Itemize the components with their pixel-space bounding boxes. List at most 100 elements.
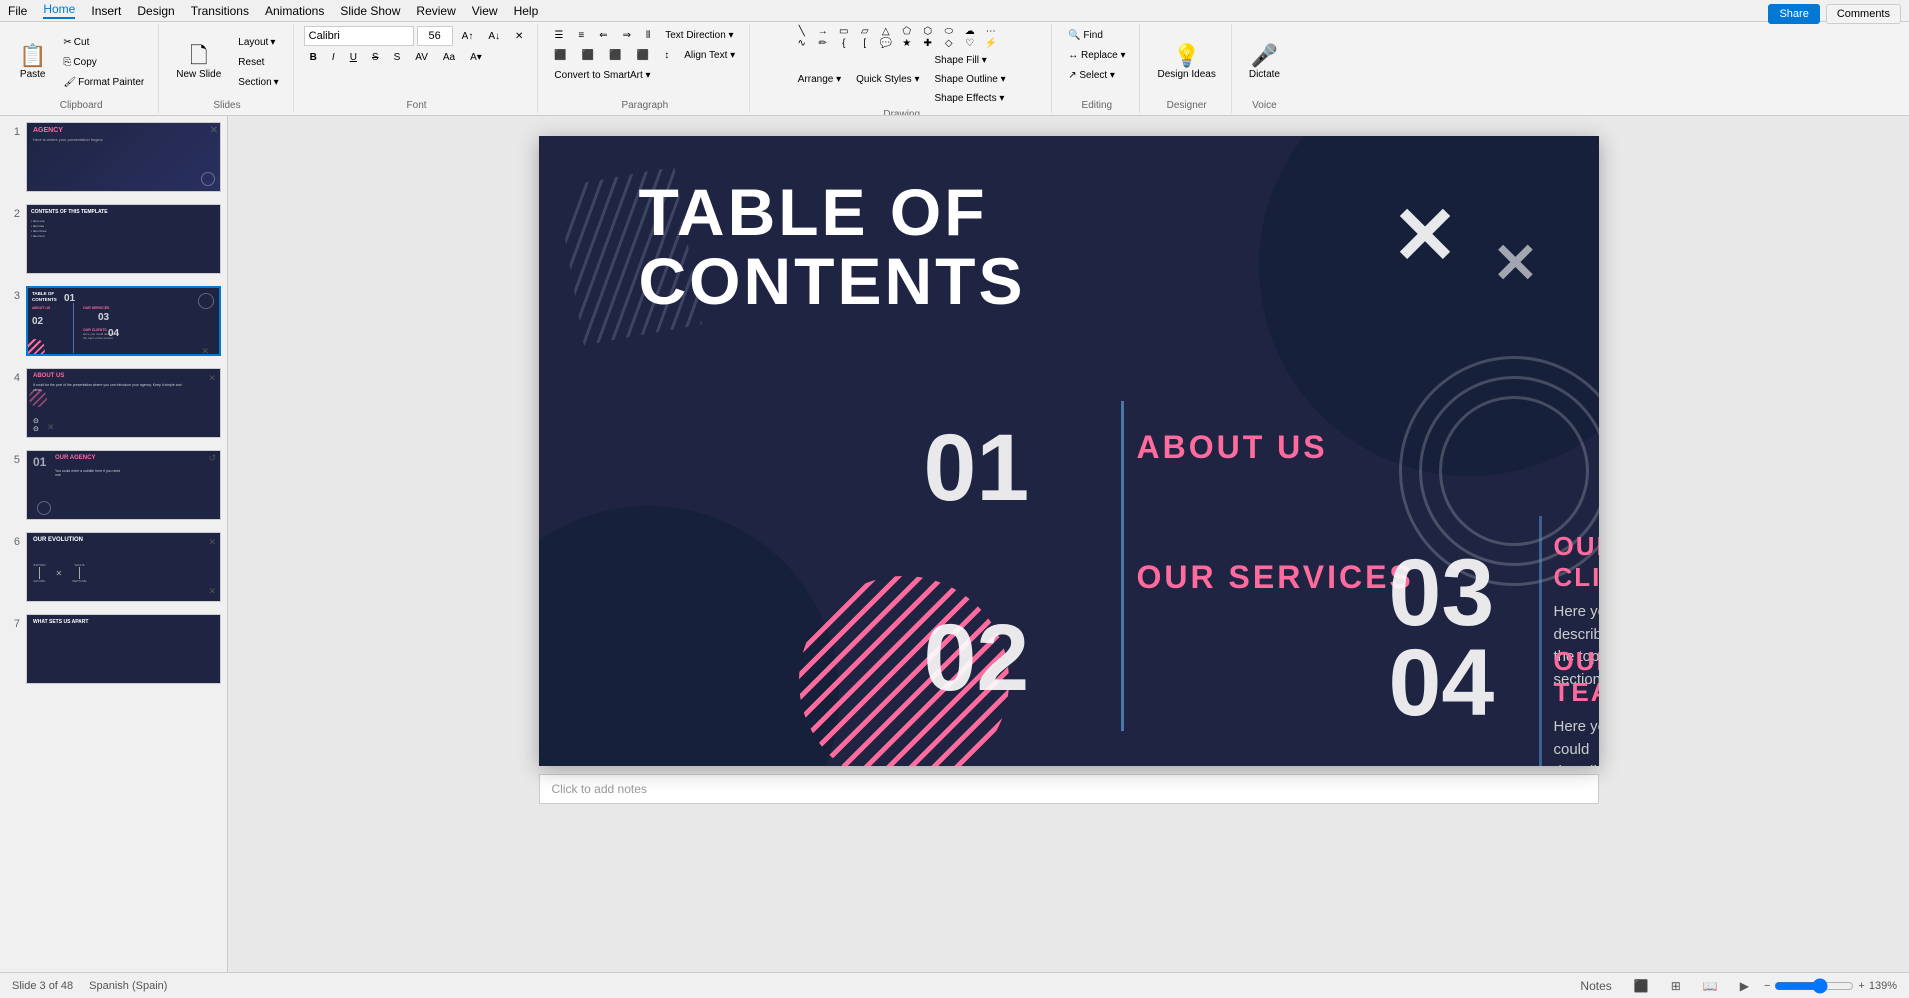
arrange-button[interactable]: Arrange ▾ (792, 70, 847, 88)
numbered-list-button[interactable]: ≡ (572, 26, 590, 44)
slide-thumb-6[interactable]: 6 OUR EVOLUTION JUPITER SATURN ✕ (4, 530, 223, 604)
menu-design[interactable]: Design (137, 4, 174, 18)
layout-button[interactable]: Layout ▾ (232, 33, 284, 51)
item4-content[interactable]: OUR TEAM Here you could describe the top… (1554, 646, 1599, 766)
cut-button[interactable]: ✂ Cut (57, 33, 150, 51)
normal-view-button[interactable]: ⬛ (1627, 976, 1656, 996)
italic-button[interactable]: I (326, 48, 341, 66)
slide-thumb-2[interactable]: 2 CONTENTS OF THIS TEMPLATE • Item one •… (4, 202, 223, 276)
increase-font-button[interactable]: A↑ (456, 27, 480, 45)
shape-heart[interactable]: ♡ (960, 38, 980, 49)
shape-arrow[interactable]: → (813, 26, 833, 37)
font-size-input[interactable] (417, 26, 453, 46)
slideshow-button[interactable]: ▶ (1733, 976, 1756, 996)
shape-curve[interactable]: ∿ (792, 38, 812, 49)
shape-line[interactable]: ╲ (792, 26, 812, 37)
bullet-list-button[interactable]: ☰ (548, 26, 569, 44)
copy-button[interactable]: ⎘ Copy (57, 53, 150, 71)
slide-close-1[interactable]: ✕ (210, 125, 218, 136)
shape-rect[interactable]: ▭ (834, 26, 854, 37)
section-button[interactable]: Section ▾ (232, 73, 284, 91)
shape-star[interactable]: ★ (897, 38, 917, 49)
menu-review[interactable]: Review (416, 4, 455, 18)
menu-insert[interactable]: Insert (91, 4, 121, 18)
item1-label[interactable]: ABOUT US (1137, 431, 1328, 463)
shape-diamond[interactable]: ◇ (939, 38, 959, 49)
menu-view[interactable]: View (472, 4, 498, 18)
replace-button[interactable]: ↔ Replace ▾ (1062, 46, 1131, 64)
align-right-button[interactable]: ⬛ (603, 46, 627, 64)
slide-delete-3[interactable]: ✕ (201, 346, 209, 354)
menu-animations[interactable]: Animations (265, 4, 324, 18)
slide-sorter-button[interactable]: ⊞ (1664, 976, 1688, 996)
font-color-button[interactable]: A▾ (464, 48, 488, 66)
slide-canvas[interactable]: ✕ ✕ TABLE OF CONTENTS 01 ABOUT US (539, 136, 1599, 766)
shape-effects-button[interactable]: Shape Effects ▾ (928, 89, 1011, 107)
shape-outline-button[interactable]: Shape Outline ▾ (928, 70, 1011, 88)
underline-button[interactable]: U (344, 48, 363, 66)
shape-fill-button[interactable]: Shape Fill ▾ (928, 51, 1011, 69)
bold-button[interactable]: B (304, 48, 323, 66)
shape-pentagon[interactable]: ⬠ (897, 26, 917, 37)
select-button[interactable]: ↗ Select ▾ (1062, 66, 1121, 84)
item1-number[interactable]: 01 (924, 421, 1030, 516)
slide-close-5[interactable]: ↺ (208, 453, 216, 464)
item2-number[interactable]: 02 (924, 611, 1030, 706)
increase-indent-button[interactable]: ⇒ (617, 26, 637, 44)
design-ideas-button[interactable]: 💡 Design Ideas (1150, 40, 1222, 85)
align-left-button[interactable]: ⬛ (548, 46, 572, 64)
shape-lightning[interactable]: ⚡ (981, 38, 1001, 49)
comments-button[interactable]: Comments (1826, 4, 1901, 24)
slide-close-4[interactable]: ✕ (208, 373, 216, 384)
slide-close-3[interactable]: ✕ (209, 353, 217, 354)
item2-label[interactable]: OUR SERVICES (1137, 561, 1414, 593)
decrease-font-button[interactable]: A↓ (482, 27, 506, 45)
canvas-area[interactable]: ✕ ✕ TABLE OF CONTENTS 01 ABOUT US (228, 116, 1909, 972)
justify-button[interactable]: ⬛ (631, 46, 655, 64)
shape-cross[interactable]: ✚ (918, 38, 938, 49)
decrease-indent-button[interactable]: ⇐ (593, 26, 613, 44)
reading-view-button[interactable]: 📖 (1696, 976, 1725, 996)
share-button[interactable]: Share (1768, 4, 1819, 24)
align-text-button[interactable]: Align Text ▾ (678, 46, 741, 64)
dictate-button[interactable]: 🎤 Dictate (1242, 40, 1287, 85)
shape-callout[interactable]: 💬 (876, 38, 896, 49)
quick-styles-button[interactable]: Quick Styles ▾ (850, 70, 925, 88)
slide-title[interactable]: TABLE OF CONTENTS (639, 178, 1026, 317)
slide-thumb-7[interactable]: 7 WHAT SETS US APART (4, 612, 223, 686)
slide-delete-6[interactable]: ✕ (208, 586, 216, 597)
notes-area[interactable]: Click to add notes (539, 774, 1599, 804)
line-spacing-button[interactable]: ↕ (658, 46, 675, 64)
smartart-button[interactable]: Convert to SmartArt ▾ (548, 66, 656, 84)
shape-freeform[interactable]: ✏ (813, 38, 833, 49)
font-name-input[interactable] (304, 26, 414, 46)
reset-button[interactable]: Reset (232, 53, 284, 71)
shape-hexagon[interactable]: ⬡ (918, 26, 938, 37)
shape-bracket[interactable]: [ (855, 38, 875, 49)
strikethrough-button[interactable]: S (366, 48, 385, 66)
char-spacing-button[interactable]: AV (409, 48, 434, 66)
slide-thumb-1[interactable]: 1 AGENCY Here is where your presentation… (4, 120, 223, 194)
zoom-out-button[interactable]: − (1764, 980, 1770, 992)
slide-thumb-5[interactable]: 5 OUR AGENCY 01 You could enter a subtit… (4, 448, 223, 522)
item4-number[interactable]: 04 (1389, 636, 1495, 731)
shape-brace[interactable]: { (834, 38, 854, 49)
shape-cloud[interactable]: ☁ (960, 26, 980, 37)
find-button[interactable]: 🔍 Find (1062, 26, 1109, 44)
format-painter-button[interactable]: 🖌 Format Painter (57, 73, 150, 91)
menu-slideshow[interactable]: Slide Show (340, 4, 400, 18)
menu-home[interactable]: Home (43, 2, 75, 19)
menu-file[interactable]: File (8, 4, 27, 18)
shape-triangle[interactable]: △ (876, 26, 896, 37)
slide-close-6[interactable]: ✕ (208, 537, 216, 548)
columns-button[interactable]: ⫴ (640, 26, 656, 44)
menu-transitions[interactable]: Transitions (191, 4, 249, 18)
item3-number[interactable]: 03 (1389, 546, 1495, 641)
clear-format-button[interactable]: ✕ (509, 27, 529, 45)
font-case-button[interactable]: Aa (437, 48, 461, 66)
shadow-button[interactable]: S (388, 48, 407, 66)
text-direction-button[interactable]: Text Direction ▾ (659, 26, 739, 44)
zoom-slider[interactable] (1774, 978, 1854, 994)
slide-thumb-4[interactable]: 4 ABOUT US It could be the part of the p… (4, 366, 223, 440)
slide-thumb-3[interactable]: 3 TABLE OF CONTENTS ABOUT US 01 02 OUR S… (4, 284, 223, 358)
